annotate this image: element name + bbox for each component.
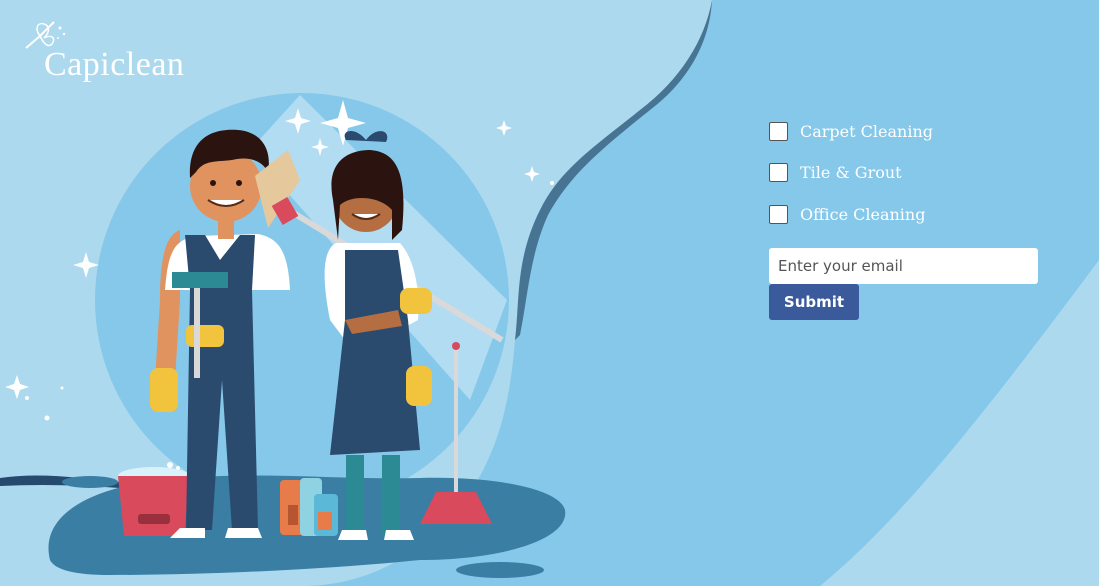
email-input[interactable] (769, 248, 1038, 284)
right-corner-shape (820, 260, 1099, 586)
service-options: Carpet Cleaning Tile & Grout Office Clea… (769, 120, 1069, 245)
office-cleaning-checkbox[interactable] (769, 204, 788, 224)
floor-puddle (456, 562, 544, 578)
brand-name: Capiclean (44, 46, 185, 83)
floor-puddle-2 (62, 476, 118, 488)
carpet-cleaning-checkbox[interactable] (769, 121, 788, 141)
service-label: Office Cleaning (800, 204, 926, 224)
service-option-office-cleaning[interactable]: Office Cleaning (769, 203, 1069, 225)
service-label: Carpet Cleaning (800, 121, 933, 141)
service-option-carpet-cleaning[interactable]: Carpet Cleaning (769, 120, 1069, 142)
brand-logo[interactable]: Capiclean (20, 18, 200, 90)
service-option-tile-grout[interactable]: Tile & Grout (769, 162, 1069, 184)
tile-grout-checkbox[interactable] (769, 163, 788, 182)
bucket-illustration (118, 462, 190, 536)
service-label: Tile & Grout (800, 163, 902, 182)
submit-button[interactable]: Submit (769, 284, 859, 320)
